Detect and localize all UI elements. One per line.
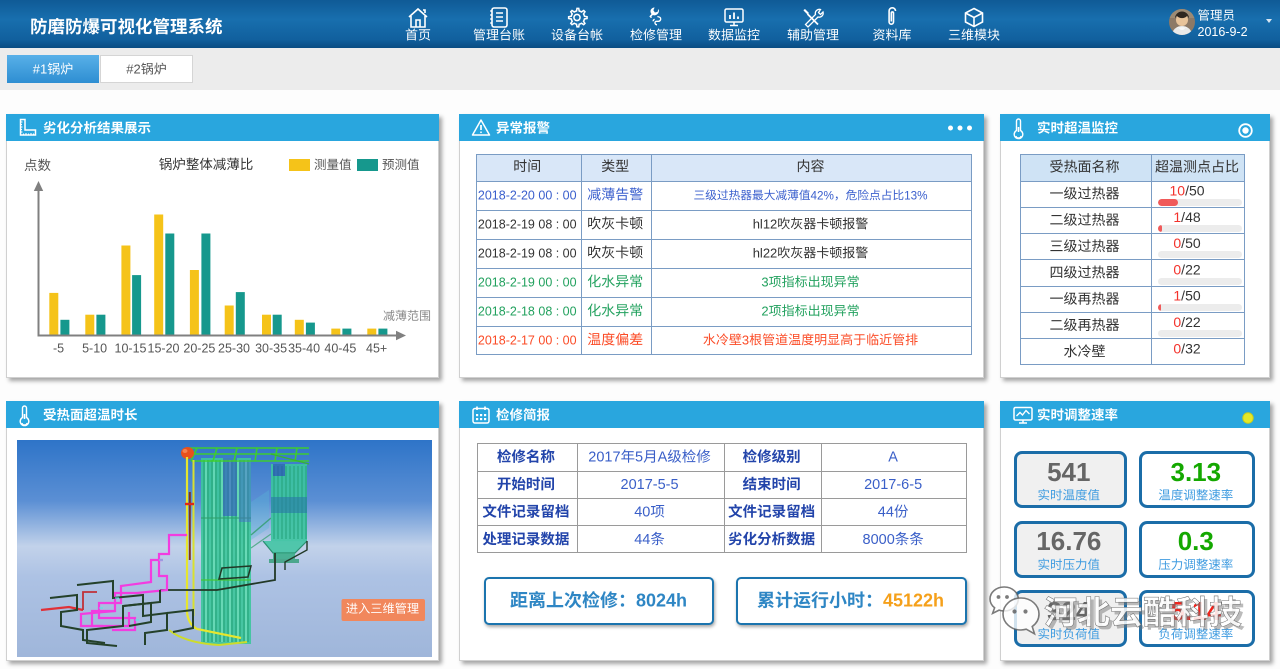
svg-text:2018-2-19 08 : 00: 2018-2-19 08 : 00 bbox=[478, 246, 577, 260]
svg-text:10: 10 bbox=[1170, 183, 1186, 199]
svg-text:1: 1 bbox=[1173, 288, 1181, 304]
svg-text:15-20: 15-20 bbox=[148, 342, 180, 356]
svg-text:5-10: 5-10 bbox=[82, 342, 107, 356]
svg-text:44: 44 bbox=[634, 532, 650, 548]
svg-text:-5: -5 bbox=[53, 342, 64, 356]
svg-text:2017-6-5: 2017-6-5 bbox=[864, 477, 922, 493]
svg-text:30-35: 30-35 bbox=[255, 342, 287, 356]
svg-text:25-30: 25-30 bbox=[218, 342, 250, 356]
svg-text:0: 0 bbox=[1173, 235, 1181, 251]
svg-text:/32: /32 bbox=[1181, 340, 1201, 356]
svg-text:10-15: 10-15 bbox=[115, 342, 147, 356]
svg-text:hl22: hl22 bbox=[753, 245, 778, 260]
svg-text:3.13: 3.13 bbox=[1171, 457, 1222, 487]
svg-text:13%: 13% bbox=[904, 189, 927, 202]
svg-text:5: 5 bbox=[635, 450, 643, 466]
svg-text:hl12: hl12 bbox=[753, 216, 778, 231]
svg-text:1: 1 bbox=[1173, 209, 1181, 225]
svg-text:2017-5-5: 2017-5-5 bbox=[621, 477, 679, 493]
svg-text:2018-2-17 00 : 00: 2018-2-17 00 : 00 bbox=[478, 333, 577, 347]
svg-text:42%: 42% bbox=[811, 189, 834, 202]
svg-text:8000: 8000 bbox=[863, 532, 895, 548]
svg-text:2018-2-18 08 : 00: 2018-2-18 08 : 00 bbox=[478, 304, 577, 318]
svg-text:/22: /22 bbox=[1181, 261, 1201, 277]
svg-text:/48: /48 bbox=[1181, 209, 1201, 225]
svg-text:45+: 45+ bbox=[366, 342, 387, 356]
svg-text:2018-2-20 00 : 00: 2018-2-20 00 : 00 bbox=[478, 188, 577, 202]
svg-text:/50: /50 bbox=[1181, 288, 1201, 304]
svg-text:45122h: 45122h bbox=[883, 591, 944, 611]
svg-text:#2: #2 bbox=[126, 62, 140, 77]
svg-text:A: A bbox=[658, 450, 668, 466]
svg-text:2: 2 bbox=[761, 303, 768, 318]
svg-text:2018-2-19 00 : 00: 2018-2-19 00 : 00 bbox=[478, 275, 577, 289]
svg-text:0: 0 bbox=[1173, 261, 1181, 277]
svg-text:35-40: 35-40 bbox=[288, 342, 320, 356]
svg-text:8024h: 8024h bbox=[636, 591, 687, 611]
svg-text:A: A bbox=[888, 450, 898, 466]
svg-text:40: 40 bbox=[634, 505, 650, 521]
svg-text:/22: /22 bbox=[1181, 314, 1201, 330]
svg-text:/50: /50 bbox=[1181, 235, 1201, 251]
svg-text:#1: #1 bbox=[33, 62, 47, 77]
svg-text:2016-9-2: 2016-9-2 bbox=[1198, 25, 1248, 39]
svg-text:44: 44 bbox=[878, 505, 894, 521]
svg-text:20-25: 20-25 bbox=[183, 342, 215, 356]
svg-text:/50: /50 bbox=[1185, 183, 1205, 199]
svg-text:0: 0 bbox=[1173, 314, 1181, 330]
svg-text:2017: 2017 bbox=[588, 450, 620, 466]
svg-text:541: 541 bbox=[1047, 457, 1090, 487]
svg-text:0: 0 bbox=[1173, 340, 1181, 356]
svg-text:40-45: 40-45 bbox=[324, 342, 356, 356]
svg-text:16.76: 16.76 bbox=[1036, 526, 1101, 556]
svg-text:2018-2-19 08 : 00: 2018-2-19 08 : 00 bbox=[478, 217, 577, 231]
svg-text:0.3: 0.3 bbox=[1178, 526, 1214, 556]
svg-text:3: 3 bbox=[761, 274, 768, 289]
svg-text:3: 3 bbox=[742, 332, 749, 347]
